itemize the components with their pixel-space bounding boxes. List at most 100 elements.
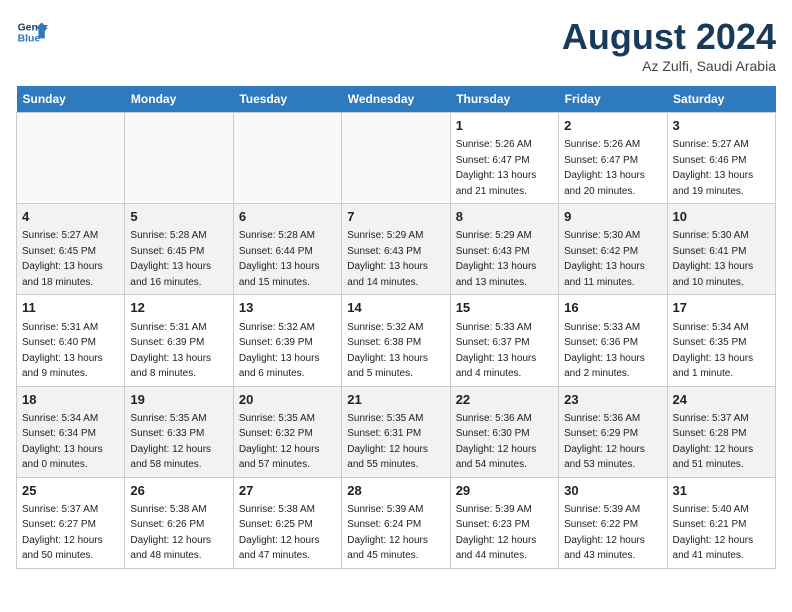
calendar-cell: 10 Sunrise: 5:30 AM Sunset: 6:41 PM Dayli… [667,204,775,295]
calendar-week-row: 1 Sunrise: 5:26 AM Sunset: 6:47 PM Daylig… [17,113,776,204]
day-info: Sunrise: 5:37 AM Sunset: 6:28 PM Dayligh… [673,413,754,471]
day-number: 1 [456,117,553,135]
day-info: Sunrise: 5:32 AM Sunset: 6:39 PM Dayligh… [239,322,320,380]
calendar-cell: 30 Sunrise: 5:39 AM Sunset: 6:22 PM Dayli… [559,477,667,568]
month-title: August 2024 [562,16,776,58]
calendar-cell: 21Sunrise: 5:35 AM Sunset: 6:31 PM Dayli… [342,386,450,477]
day-number: 6 [239,208,336,226]
day-info: Sunrise: 5:35 AM Sunset: 6:31 PM Dayligh… [347,413,428,471]
calendar-cell: 1 Sunrise: 5:26 AM Sunset: 6:47 PM Daylig… [450,113,558,204]
weekday-header-saturday: Saturday [667,86,775,113]
day-number: 29 [456,482,553,500]
calendar-week-row: 4 Sunrise: 5:27 AM Sunset: 6:45 PM Daylig… [17,204,776,295]
day-info: Sunrise: 5:31 AM Sunset: 6:39 PM Dayligh… [130,322,211,380]
calendar-cell: 24 Sunrise: 5:37 AM Sunset: 6:28 PM Dayli… [667,386,775,477]
calendar-cell: 5 Sunrise: 5:28 AM Sunset: 6:45 PM Daylig… [125,204,233,295]
day-info: Sunrise: 5:35 AM Sunset: 6:33 PM Dayligh… [130,413,211,471]
day-number: 22 [456,391,553,409]
day-info: Sunrise: 5:29 AM Sunset: 6:43 PM Dayligh… [347,230,428,288]
day-number: 4 [22,208,119,226]
calendar-cell: 6Sunrise: 5:28 AM Sunset: 6:44 PM Daylig… [233,204,341,295]
calendar-cell [17,113,125,204]
calendar-cell: 22 Sunrise: 5:36 AM Sunset: 6:30 PM Dayli… [450,386,558,477]
calendar-cell: 11 Sunrise: 5:31 AM Sunset: 6:40 PM Dayli… [17,295,125,386]
title-block: August 2024 Az Zulfi, Saudi Arabia [562,16,776,74]
calendar-cell: 19 Sunrise: 5:35 AM Sunset: 6:33 PM Dayli… [125,386,233,477]
calendar-cell: 2 Sunrise: 5:26 AM Sunset: 6:47 PM Daylig… [559,113,667,204]
day-number: 28 [347,482,444,500]
calendar-cell: 3Sunrise: 5:27 AM Sunset: 6:46 PM Daylig… [667,113,775,204]
day-number: 9 [564,208,661,226]
day-info: Sunrise: 5:29 AM Sunset: 6:43 PM Dayligh… [456,230,537,288]
day-info: Sunrise: 5:26 AM Sunset: 6:47 PM Dayligh… [456,139,537,197]
day-info: Sunrise: 5:40 AM Sunset: 6:21 PM Dayligh… [673,504,754,562]
day-info: Sunrise: 5:37 AM Sunset: 6:27 PM Dayligh… [22,504,103,562]
day-info: Sunrise: 5:38 AM Sunset: 6:26 PM Dayligh… [130,504,211,562]
day-info: Sunrise: 5:28 AM Sunset: 6:45 PM Dayligh… [130,230,211,288]
day-info: Sunrise: 5:32 AM Sunset: 6:38 PM Dayligh… [347,322,428,380]
calendar-cell: 20Sunrise: 5:35 AM Sunset: 6:32 PM Dayli… [233,386,341,477]
day-info: Sunrise: 5:34 AM Sunset: 6:35 PM Dayligh… [673,322,754,380]
day-number: 19 [130,391,227,409]
weekday-header-monday: Monday [125,86,233,113]
calendar-cell: 15Sunrise: 5:33 AM Sunset: 6:37 PM Dayli… [450,295,558,386]
day-number: 17 [673,299,770,317]
day-number: 15 [456,299,553,317]
day-number: 26 [130,482,227,500]
day-number: 13 [239,299,336,317]
day-number: 12 [130,299,227,317]
calendar-cell: 26 Sunrise: 5:38 AM Sunset: 6:26 PM Dayli… [125,477,233,568]
day-info: Sunrise: 5:27 AM Sunset: 6:45 PM Dayligh… [22,230,103,288]
day-info: Sunrise: 5:36 AM Sunset: 6:29 PM Dayligh… [564,413,645,471]
day-number: 8 [456,208,553,226]
calendar-cell: 12 Sunrise: 5:31 AM Sunset: 6:39 PM Dayli… [125,295,233,386]
day-info: Sunrise: 5:39 AM Sunset: 6:24 PM Dayligh… [347,504,428,562]
day-info: Sunrise: 5:30 AM Sunset: 6:41 PM Dayligh… [673,230,754,288]
day-info: Sunrise: 5:36 AM Sunset: 6:30 PM Dayligh… [456,413,537,471]
day-number: 27 [239,482,336,500]
calendar-cell [125,113,233,204]
weekday-header-tuesday: Tuesday [233,86,341,113]
day-info: Sunrise: 5:30 AM Sunset: 6:42 PM Dayligh… [564,230,645,288]
day-info: Sunrise: 5:38 AM Sunset: 6:25 PM Dayligh… [239,504,320,562]
day-number: 10 [673,208,770,226]
day-info: Sunrise: 5:34 AM Sunset: 6:34 PM Dayligh… [22,413,103,471]
day-info: Sunrise: 5:39 AM Sunset: 6:22 PM Dayligh… [564,504,645,562]
day-number: 31 [673,482,770,500]
day-number: 18 [22,391,119,409]
calendar-cell: 14 Sunrise: 5:32 AM Sunset: 6:38 PM Dayli… [342,295,450,386]
day-info: Sunrise: 5:31 AM Sunset: 6:40 PM Dayligh… [22,322,103,380]
day-info: Sunrise: 5:26 AM Sunset: 6:47 PM Dayligh… [564,139,645,197]
day-number: 11 [22,299,119,317]
calendar-cell: 13 Sunrise: 5:32 AM Sunset: 6:39 PM Dayli… [233,295,341,386]
day-number: 7 [347,208,444,226]
calendar-cell: 7 Sunrise: 5:29 AM Sunset: 6:43 PM Daylig… [342,204,450,295]
day-number: 5 [130,208,227,226]
calendar-cell: 4 Sunrise: 5:27 AM Sunset: 6:45 PM Daylig… [17,204,125,295]
calendar-week-row: 18 Sunrise: 5:34 AM Sunset: 6:34 PM Dayli… [17,386,776,477]
day-number: 2 [564,117,661,135]
calendar-cell: 17 Sunrise: 5:34 AM Sunset: 6:35 PM Dayli… [667,295,775,386]
day-info: Sunrise: 5:35 AM Sunset: 6:32 PM Dayligh… [239,413,320,471]
day-number: 25 [22,482,119,500]
day-number: 24 [673,391,770,409]
day-info: Sunrise: 5:39 AM Sunset: 6:23 PM Dayligh… [456,504,537,562]
day-number: 14 [347,299,444,317]
weekday-header-friday: Friday [559,86,667,113]
calendar-cell: 31 Sunrise: 5:40 AM Sunset: 6:21 PM Dayli… [667,477,775,568]
logo: General Blue [16,16,48,48]
calendar-cell: 25 Sunrise: 5:37 AM Sunset: 6:27 PM Dayli… [17,477,125,568]
day-number: 30 [564,482,661,500]
page-header: General Blue August 2024 Az Zulfi, Saudi… [16,16,776,74]
calendar-cell: 18 Sunrise: 5:34 AM Sunset: 6:34 PM Dayli… [17,386,125,477]
calendar-week-row: 25 Sunrise: 5:37 AM Sunset: 6:27 PM Dayli… [17,477,776,568]
calendar-cell: 8 Sunrise: 5:29 AM Sunset: 6:43 PM Daylig… [450,204,558,295]
calendar-cell: 28 Sunrise: 5:39 AM Sunset: 6:24 PM Dayli… [342,477,450,568]
calendar-cell: 9 Sunrise: 5:30 AM Sunset: 6:42 PM Daylig… [559,204,667,295]
day-info: Sunrise: 5:27 AM Sunset: 6:46 PM Dayligh… [673,139,754,197]
calendar-cell: 27 Sunrise: 5:38 AM Sunset: 6:25 PM Dayli… [233,477,341,568]
location: Az Zulfi, Saudi Arabia [562,58,776,74]
calendar-cell [233,113,341,204]
calendar-cell [342,113,450,204]
day-number: 16 [564,299,661,317]
